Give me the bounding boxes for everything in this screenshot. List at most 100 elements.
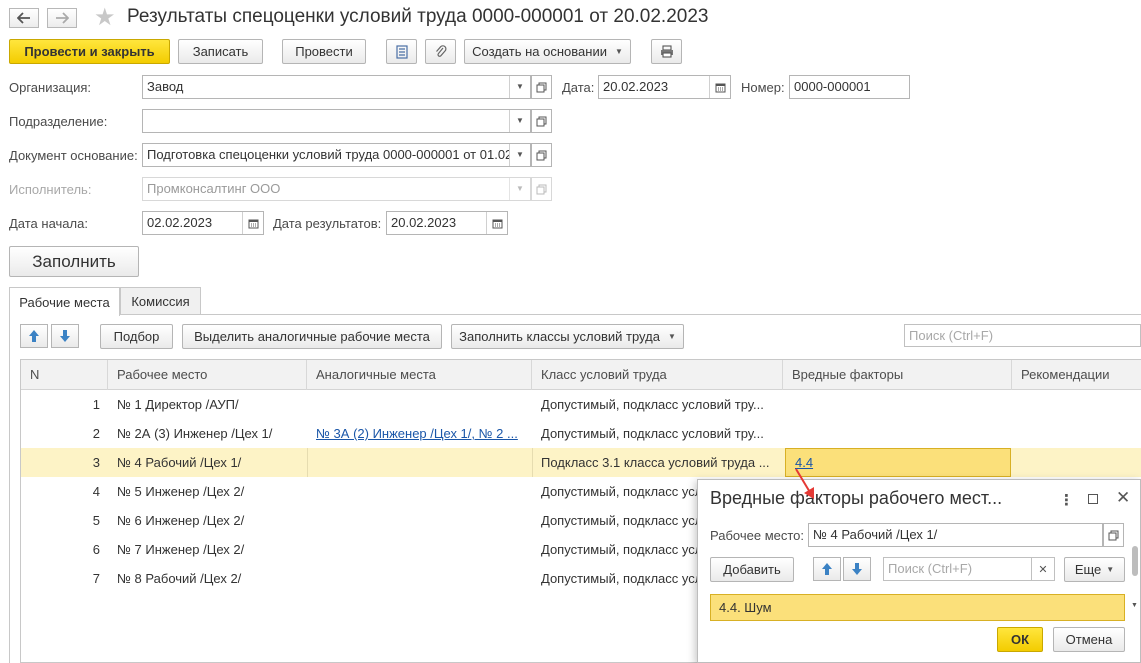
cell-similar	[307, 390, 532, 419]
division-open-button[interactable]	[531, 109, 552, 133]
caret-down-icon: ▼	[667, 332, 676, 341]
cell-similar-link[interactable]: № 3А (2) Инженер /Цех 1/, № 2 ...	[307, 419, 532, 448]
open-window-icon	[536, 184, 547, 194]
division-label: Подразделение:	[9, 114, 108, 129]
harmful-factors-popup: Вредные факторы рабочего мест... ⋮ ✕ Раб…	[697, 479, 1141, 663]
forward-button[interactable]	[47, 8, 77, 28]
attach-button[interactable]	[425, 39, 456, 64]
page-title: Результаты спецоценки условий труда 0000…	[127, 6, 709, 27]
cell-recommendations	[1012, 419, 1141, 448]
table-search-input[interactable]: Поиск (Ctrl+F)	[904, 324, 1141, 347]
popup-add-button[interactable]: Добавить	[710, 557, 794, 582]
cell-n: 6	[92, 542, 100, 557]
pick-button[interactable]: Подбор	[100, 324, 173, 349]
open-window-icon	[536, 150, 547, 160]
basis-field[interactable]: Подготовка спецоценки условий труда 0000…	[142, 143, 531, 167]
popup-search-input[interactable]: Поиск (Ctrl+F)	[883, 557, 1032, 581]
print-button[interactable]	[651, 39, 682, 64]
popup-move-down-button[interactable]	[843, 557, 871, 581]
division-field[interactable]: ▼	[142, 109, 531, 133]
org-field[interactable]: Завод ▼	[142, 75, 531, 99]
popup-scrollbar[interactable]: ▼	[1131, 546, 1139, 609]
cell-factors	[783, 390, 1012, 419]
post-and-close-button[interactable]: Провести и закрыть	[9, 39, 170, 64]
fill-classes-dropdown[interactable]: Заполнить классы условий труда ▼	[451, 324, 684, 349]
more-vertical-icon[interactable]: ⋮	[1059, 491, 1074, 509]
scroll-down-icon[interactable]: ▼	[1131, 602, 1138, 609]
paperclip-icon	[435, 44, 446, 57]
favorite-star-icon[interactable]: ★	[94, 3, 116, 32]
start-date-label: Дата начала:	[9, 216, 88, 231]
fill-button[interactable]: Заполнить	[9, 246, 139, 277]
cell-similar	[307, 535, 532, 564]
open-window-icon	[536, 82, 547, 92]
highlight-similar-button[interactable]: Выделить аналогичные рабочие места	[182, 324, 442, 349]
close-icon[interactable]: ✕	[1116, 488, 1130, 508]
table-row-selected[interactable]: 3 № 4 Рабочий /Цех 1/ Подкласс 3.1 класс…	[21, 448, 1141, 477]
table-row[interactable]: 2 № 2А (3) Инженер /Цех 1/ № 3А (2) Инже…	[21, 419, 1141, 448]
cancel-button[interactable]: Отмена	[1053, 627, 1125, 652]
results-date-calendar-button[interactable]	[486, 212, 507, 234]
caret-down-icon: ▼	[516, 184, 524, 193]
column-header-class[interactable]: Класс условий труда	[532, 360, 783, 390]
tab-commission[interactable]: Комиссия	[120, 287, 201, 315]
arrow-left-icon	[17, 12, 30, 24]
column-header-factors[interactable]: Вредные факторы	[783, 360, 1012, 390]
cell-n: 1	[92, 397, 100, 412]
factor-list-item[interactable]: 4.4. Шум	[710, 594, 1125, 621]
cell-recommendations	[1012, 448, 1141, 477]
popup-move-up-button[interactable]	[813, 557, 841, 581]
move-down-button[interactable]	[51, 324, 79, 348]
popup-more-dropdown[interactable]: Еще ▼	[1064, 557, 1125, 582]
division-dropdown-button[interactable]: ▼	[509, 110, 530, 132]
results-date-value: 20.02.2023	[391, 215, 457, 230]
cell-n: 4	[92, 484, 100, 499]
caret-down-icon: ▼	[516, 82, 524, 91]
number-label: Номер:	[741, 80, 785, 95]
fill-classes-label: Заполнить классы условий труда	[459, 329, 660, 344]
scrollbar-thumb[interactable]	[1132, 546, 1138, 576]
save-button[interactable]: Записать	[178, 39, 263, 64]
cell-recommendations	[1012, 390, 1141, 419]
back-button[interactable]	[9, 8, 39, 28]
post-button[interactable]: Провести	[282, 39, 366, 64]
table-row[interactable]: 1 № 1 Директор /АУП/ Допустимый, подклас…	[21, 390, 1141, 419]
popup-workplace-open-button[interactable]	[1103, 523, 1124, 547]
basis-open-button[interactable]	[531, 143, 552, 167]
column-header-recommendations[interactable]: Рекомендации	[1012, 360, 1141, 390]
org-dropdown-button[interactable]: ▼	[509, 76, 530, 98]
report-button[interactable]	[386, 39, 417, 64]
cell-class: Подкласс 3.1 класса условий труда ...	[541, 455, 770, 470]
cell-workplace: № 5 Инженер /Цех 2/	[117, 484, 245, 499]
date-field[interactable]: 20.02.2023	[598, 75, 731, 99]
create-based-on-dropdown[interactable]: Создать на основании ▼	[464, 39, 631, 64]
cell-n: 3	[92, 455, 100, 470]
start-date-value: 02.02.2023	[147, 215, 213, 230]
popup-more-label: Еще	[1074, 562, 1102, 577]
executor-field: Промконсалтинг ООО ▼	[142, 177, 531, 201]
start-date-calendar-button[interactable]	[242, 212, 263, 234]
cell-similar	[307, 506, 532, 535]
popup-workplace-field[interactable]: № 4 Рабочий /Цех 1/	[808, 523, 1103, 547]
calendar-icon	[715, 83, 725, 92]
org-open-button[interactable]	[531, 75, 552, 99]
column-header-workplace[interactable]: Рабочее место	[108, 360, 307, 390]
results-date-field[interactable]: 20.02.2023	[386, 211, 508, 235]
maximize-icon[interactable]	[1088, 494, 1098, 504]
cell-workplace: № 2А (3) Инженер /Цех 1/	[117, 426, 273, 441]
popup-workplace-label: Рабочее место:	[710, 528, 805, 543]
move-up-button[interactable]	[20, 324, 48, 348]
calendar-icon	[492, 219, 502, 228]
cell-factors	[783, 419, 1012, 448]
start-date-field[interactable]: 02.02.2023	[142, 211, 264, 235]
column-header-similar[interactable]: Аналогичные места	[307, 360, 532, 390]
clear-search-icon[interactable]: ✕	[1032, 557, 1055, 581]
basis-dropdown-button[interactable]: ▼	[509, 144, 530, 166]
date-calendar-button[interactable]	[709, 76, 730, 98]
number-field[interactable]: 0000-000001	[789, 75, 910, 99]
ok-button[interactable]: ОК	[997, 627, 1043, 652]
tab-panel-border	[9, 314, 10, 663]
tab-workplaces[interactable]: Рабочие места	[9, 287, 120, 316]
column-header-n[interactable]: N	[21, 360, 108, 390]
date-value: 20.02.2023	[603, 79, 669, 94]
